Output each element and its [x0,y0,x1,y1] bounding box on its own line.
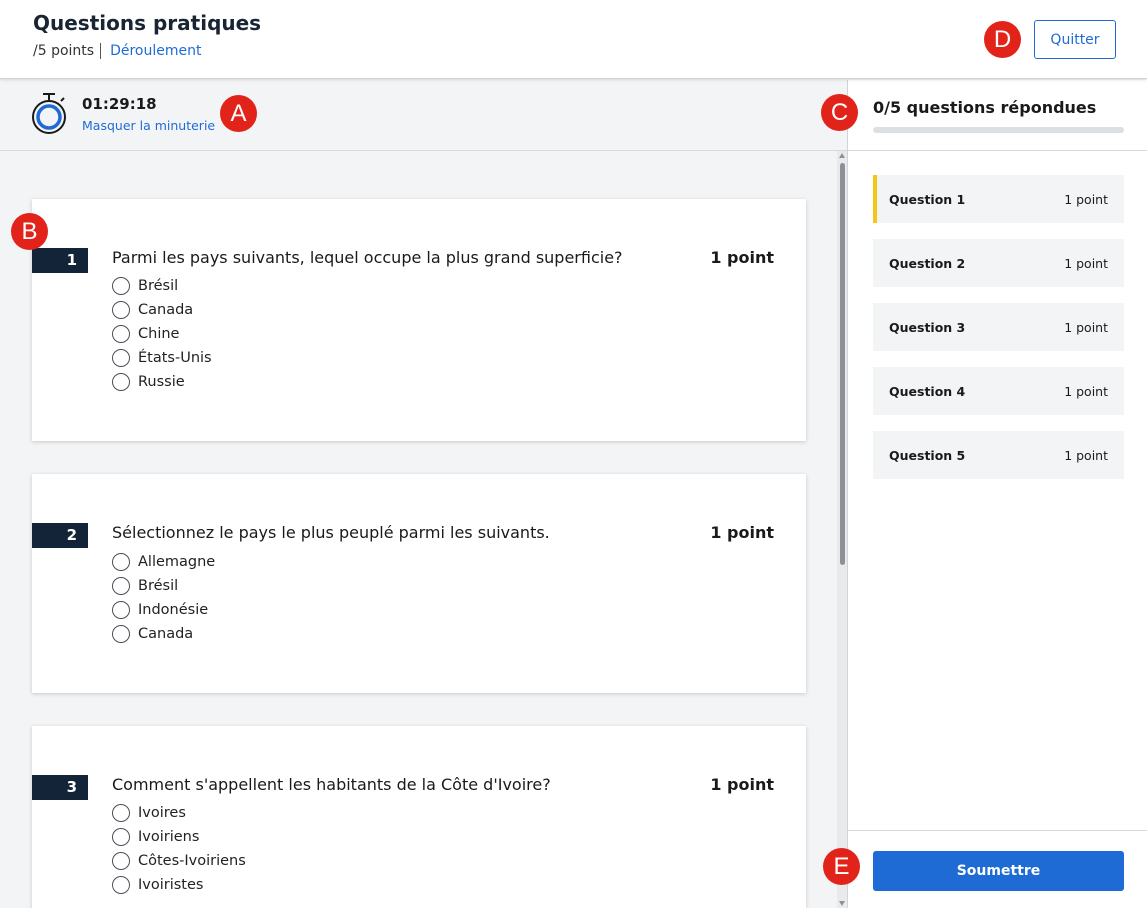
options-list: Allemagne Brésil Indonésie Canada [112,550,215,646]
question-card-2: 2 Sélectionnez le pays le plus peuplé pa… [32,474,806,693]
scroll-up-icon[interactable] [839,153,845,158]
radio-button[interactable] [112,349,130,367]
divider [848,830,1147,831]
question-points: 1 point [710,775,774,794]
nav-item-label: Question 5 [889,447,966,463]
radio-button[interactable] [112,828,130,846]
option-item[interactable]: Russie [112,370,212,394]
question-card-1: 1 Parmi les pays suivants, lequel occupe… [32,199,806,441]
option-label: Ivoires [138,805,186,821]
callout-marker-b: B [11,213,48,250]
nav-item-label: Question 1 [889,191,966,207]
radio-button[interactable] [112,625,130,643]
option-label: Ivoiriens [138,829,200,845]
question-text: Comment s'appellent les habitants de la … [112,775,551,794]
option-item[interactable]: Indonésie [112,598,215,622]
radio-button[interactable] [112,876,130,894]
option-item[interactable]: Canada [112,622,215,646]
question-number: 1 [32,248,88,273]
options-list: Ivoires Ivoiriens Côtes-Ivoiriens Ivoiri… [112,801,246,897]
nav-item-question-1[interactable]: Question 1 1 point [873,175,1124,223]
points-total: /5 points [33,43,102,59]
radio-button[interactable] [112,577,130,595]
question-points: 1 point [710,523,774,542]
callout-marker-c: C [821,94,858,131]
option-item[interactable]: Côtes-Ivoiriens [112,849,246,873]
callout-marker-a: A [220,95,257,132]
option-label: Canada [138,626,194,642]
radio-button[interactable] [112,804,130,822]
nav-item-points: 1 point [1064,447,1108,463]
option-item[interactable]: Ivoiriens [112,825,246,849]
radio-button[interactable] [112,553,130,571]
option-label: États-Unis [138,350,212,366]
question-text: Parmi les pays suivants, lequel occupe l… [112,248,623,267]
quiz-subtitle: /5 points Déroulement [33,43,201,59]
nav-item-question-4[interactable]: Question 4 1 point [873,367,1124,415]
timer-value: 01:29:18 [82,95,157,113]
option-item[interactable]: États-Unis [112,346,212,370]
option-label: Brésil [138,578,179,594]
option-label: Canada [138,302,194,318]
callout-marker-d: D [984,21,1021,58]
answered-count: 0/5 questions répondues [873,98,1097,117]
question-text: Sélectionnez le pays le plus peuplé parm… [112,523,550,542]
option-item[interactable]: Brésil [112,274,212,298]
radio-button[interactable] [112,301,130,319]
nav-item-label: Question 4 [889,383,966,399]
option-label: Brésil [138,278,179,294]
divider [848,150,1147,151]
options-list: Brésil Canada Chine États-Unis Russie [112,274,212,394]
option-label: Allemagne [138,554,216,570]
radio-button[interactable] [112,277,130,295]
callout-marker-e: E [823,848,860,885]
nav-item-points: 1 point [1064,255,1108,271]
option-label: Indonésie [138,602,209,618]
nav-item-points: 1 point [1064,191,1108,207]
radio-button[interactable] [112,373,130,391]
question-number: 3 [32,775,88,800]
nav-item-label: Question 3 [889,319,966,335]
stopwatch-icon [32,93,66,134]
nav-item-question-5[interactable]: Question 5 1 point [873,431,1124,479]
option-item[interactable]: Canada [112,298,212,322]
question-nav-panel: 0/5 questions répondues Question 1 1 poi… [847,80,1147,908]
option-label: Ivoiristes [138,877,204,893]
option-label: Côtes-Ivoiriens [138,853,246,869]
nav-item-question-2[interactable]: Question 2 1 point [873,239,1124,287]
question-card-3: 3 Comment s'appellent les habitants de l… [32,726,806,908]
option-label: Russie [138,374,185,390]
radio-button[interactable] [112,601,130,619]
nav-item-points: 1 point [1064,383,1108,399]
page-header: Questions pratiques /5 points Déroulemen… [0,0,1147,79]
timer-bar: 01:29:18 Masquer la minuterie [0,80,847,151]
option-item[interactable]: Allemagne [112,550,215,574]
option-label: Chine [138,326,180,342]
question-number: 2 [32,523,88,548]
nav-item-points: 1 point [1064,319,1108,335]
main-scrollbar[interactable] [837,151,847,908]
page-title: Questions pratiques [33,11,262,35]
nav-item-label: Question 2 [889,255,966,271]
radio-button[interactable] [112,852,130,870]
quit-button[interactable]: Quitter [1034,20,1116,59]
option-item[interactable]: Ivoiristes [112,873,246,897]
hide-timer-link[interactable]: Masquer la minuterie [82,118,215,133]
questions-area: 1 Parmi les pays suivants, lequel occupe… [0,151,837,908]
option-item[interactable]: Chine [112,322,212,346]
option-item[interactable]: Brésil [112,574,215,598]
scroll-thumb[interactable] [840,163,845,565]
progress-bar [873,127,1124,133]
question-points: 1 point [710,248,774,267]
submit-button[interactable]: Soumettre [873,851,1124,891]
radio-button[interactable] [112,325,130,343]
nav-item-question-3[interactable]: Question 3 1 point [873,303,1124,351]
flow-link[interactable]: Déroulement [101,43,201,59]
scroll-down-icon[interactable] [839,901,845,906]
option-item[interactable]: Ivoires [112,801,246,825]
